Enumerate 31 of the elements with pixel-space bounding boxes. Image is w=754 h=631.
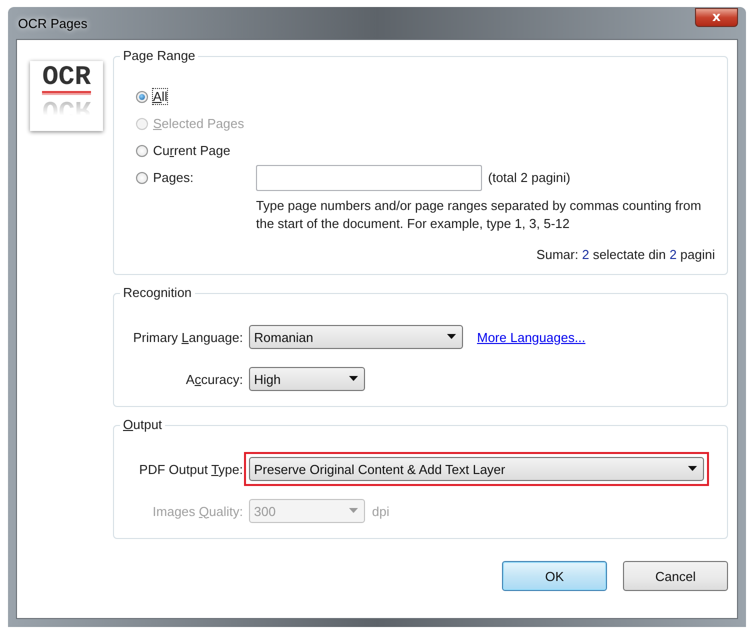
radio-button[interactable] bbox=[136, 90, 148, 102]
group-title: Page Range bbox=[120, 48, 198, 63]
field-label: Accuracy: bbox=[184, 372, 244, 386]
dropdown[interactable]: Romanian bbox=[249, 325, 463, 349]
summary-text: Sumar: 2 selectate din 2 pagini bbox=[535, 247, 715, 264]
radio-label[interactable]: All bbox=[153, 89, 168, 104]
caret-icon bbox=[447, 334, 456, 340]
radio-label[interactable]: Pages: bbox=[153, 170, 194, 185]
radio-label[interactable]: Current Page bbox=[153, 143, 230, 158]
caret-icon bbox=[349, 508, 358, 514]
total-pages-text: (total 2 pagini) bbox=[488, 170, 572, 185]
group-title: Recognition bbox=[120, 285, 195, 300]
window-title: OCR Pages bbox=[17, 16, 88, 30]
field-label: Primary Language: bbox=[132, 330, 244, 344]
radio-button[interactable] bbox=[136, 144, 148, 156]
dropdown[interactable]: High bbox=[249, 367, 365, 391]
close-button[interactable]: x bbox=[695, 8, 738, 26]
field-label: Images Quality: bbox=[152, 504, 244, 518]
field-label: PDF Output Type: bbox=[138, 462, 244, 476]
caret-icon bbox=[688, 466, 697, 472]
dialog-button[interactable]: OK bbox=[502, 561, 607, 591]
pages-field[interactable] bbox=[256, 164, 482, 190]
radio-button[interactable] bbox=[136, 172, 148, 184]
more-languages-link[interactable]: More Languages... bbox=[477, 330, 586, 344]
caret-icon bbox=[349, 376, 358, 382]
dialog-button[interactable]: Cancel bbox=[623, 561, 728, 591]
group-title: Output bbox=[120, 417, 166, 432]
logo-text: OCR bbox=[42, 65, 91, 93]
help-text: Type page numbers and/or page ranges separated by commas counting from the start of the document. For example, type 1, 3, 5-12 bbox=[256, 197, 702, 233]
dropdown[interactable]: Preserve Original Content & Add Text Layer bbox=[249, 457, 704, 481]
unit-label: dpi bbox=[372, 504, 390, 518]
